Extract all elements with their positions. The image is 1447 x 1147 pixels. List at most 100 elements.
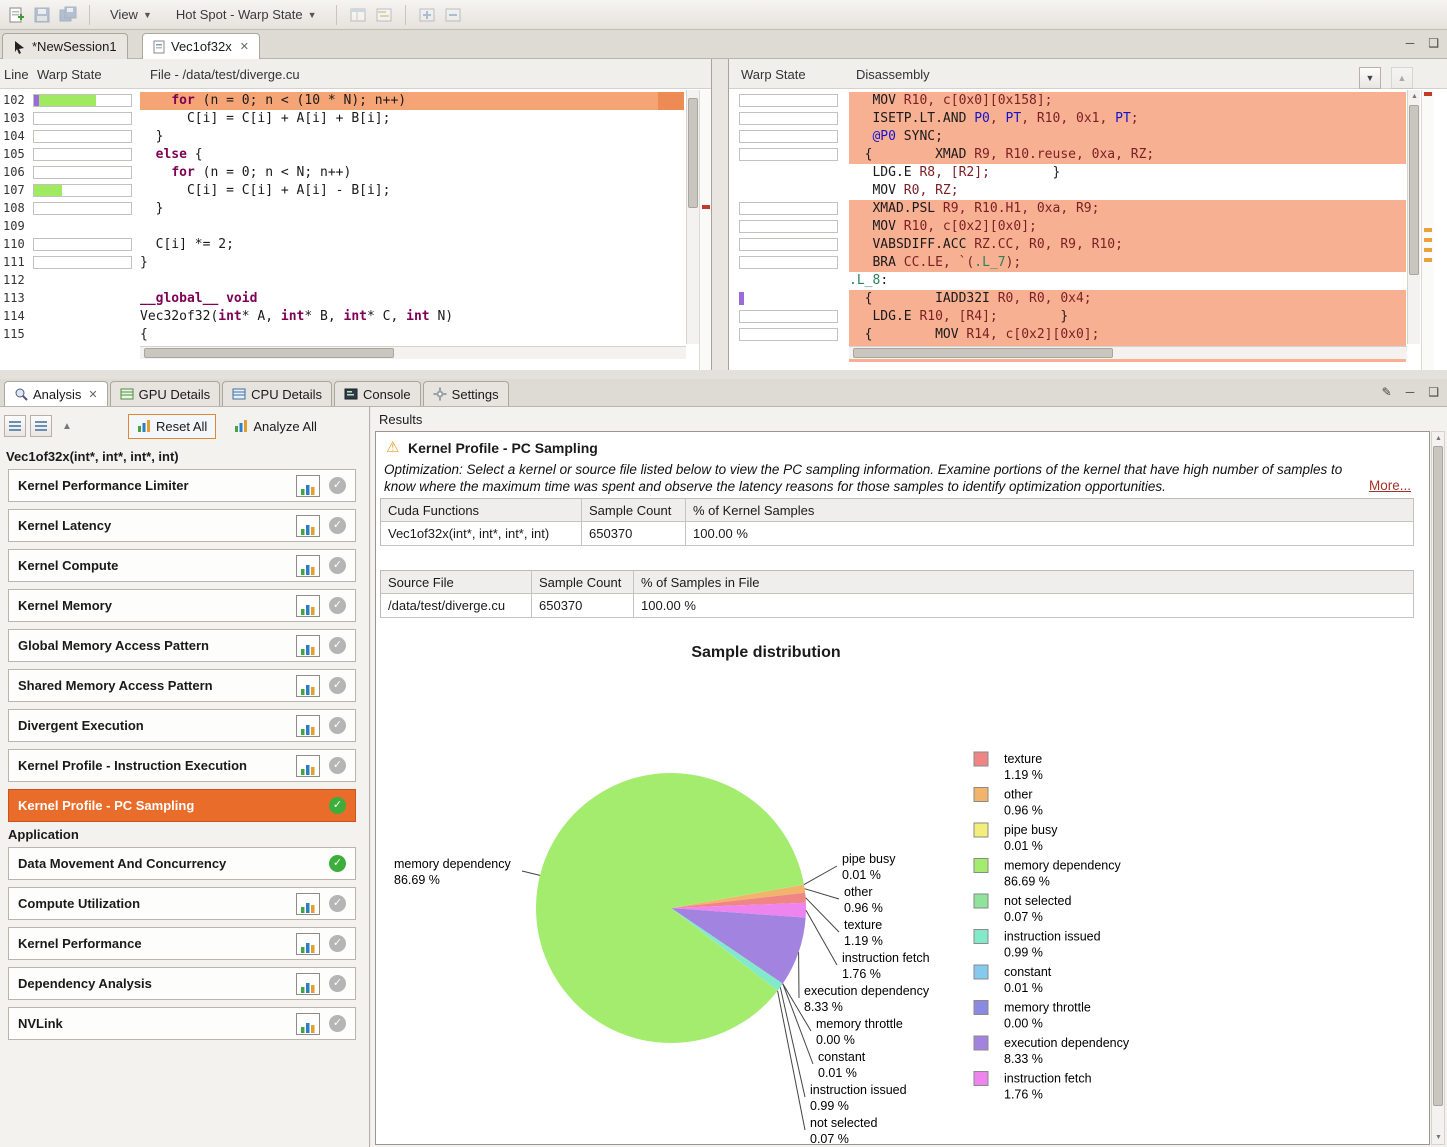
analyze-all-button[interactable]: Analyze All [226,414,325,439]
disassembly-line[interactable]: { MOV R14, c[0x2][0x0]; [729,326,1447,344]
analysis-item[interactable]: Kernel Performance Limiter✓ [8,469,356,502]
analysis-item[interactable]: Kernel Compute✓ [8,549,356,582]
guided-analysis-icon[interactable] [4,415,26,437]
unguided-analysis-icon[interactable] [30,415,52,437]
editor-sash[interactable] [712,59,728,370]
timeline-view-icon[interactable] [374,5,394,25]
run-analysis-button[interactable] [296,595,320,617]
maximize-button[interactable]: ❑ [1428,385,1439,399]
source-vscrollbar[interactable] [686,90,699,344]
tab-analysis[interactable]: Analysis ✕ [4,381,108,406]
minimize-button[interactable]: ─ [1406,36,1415,50]
column-header[interactable]: Source File [380,570,532,594]
source-line[interactable]: 102 for (n = 0; n < (10 * N); n++) [0,92,711,110]
analysis-item[interactable]: Kernel Profile - Instruction Execution✓ [8,749,356,782]
disassembly-line[interactable]: @P0 SYNC; [729,128,1447,146]
disassembly-line[interactable]: MOV R10, c[0x2][0x0]; [729,218,1447,236]
scroll-down-icon[interactable]: ▼ [1432,1131,1445,1144]
analysis-item[interactable]: NVLink✓ [8,1007,356,1040]
analysis-item[interactable]: Dependency Analysis✓ [8,967,356,1000]
close-icon[interactable]: ✕ [240,40,249,53]
table-row[interactable]: /data/test/diverge.cu650370100.00 % [380,594,1414,618]
scroll-up-icon[interactable]: ▲ [1408,90,1421,103]
table-row[interactable]: Vec1of32x(int*, int*, int*, int)65037010… [380,522,1414,546]
back-icon[interactable]: ▲ [56,415,78,437]
disassembly-line[interactable]: LDG.E R10, [R4]; } [729,308,1447,326]
column-header[interactable]: Sample Count [582,498,686,522]
analysis-item[interactable]: Compute Utilization✓ [8,887,356,920]
analysis-item[interactable]: Global Memory Access Pattern✓ [8,629,356,662]
scroll-up-icon[interactable]: ▲ [1432,432,1445,445]
disassembly-line[interactable]: LDG.E R8, [R2]; } [729,164,1447,182]
tab-vec1of32x[interactable]: Vec1of32x ✕ [142,33,260,59]
source-line[interactable]: 114Vec32of32(int* A, int* B, int* C, int… [0,308,711,326]
source-line[interactable]: 107 C[i] = C[i] + A[i] - B[i]; [0,182,711,200]
column-header[interactable]: % of Kernel Samples [686,498,1414,522]
source-line[interactable]: 108 } [0,200,711,218]
disasm-vscrollbar[interactable]: ▲ [1407,90,1420,344]
run-analysis-button[interactable] [296,755,320,777]
view-menu-icon[interactable]: ✎ [1382,385,1392,399]
disassembly-line[interactable]: XMAD.PSL R9, R10.H1, 0xa, R9; [729,200,1447,218]
analysis-item[interactable]: Kernel Performance✓ [8,927,356,960]
disassembly-line[interactable]: MOV R0, RZ; [729,182,1447,200]
source-line[interactable]: 105 else { [0,146,711,164]
run-analysis-button[interactable] [296,933,320,955]
disasm-hscrollbar[interactable] [849,346,1407,359]
column-header[interactable]: Sample Count [532,570,634,594]
disassembly-line[interactable]: { IADD32I R0, R0, 0x4; [729,290,1447,308]
minimize-button[interactable]: ─ [1406,385,1415,399]
disassembly-line[interactable]: VABSDIFF.ACC RZ.CC, R0, R9, R10; [729,236,1447,254]
table-view-icon[interactable] [348,5,368,25]
save-icon[interactable] [32,5,52,25]
column-header[interactable]: Cuda Functions [380,498,582,522]
run-analysis-button[interactable] [296,635,320,657]
disassembly-line[interactable]: BRA CC.LE, `(.L_7); [729,254,1447,272]
zoom-in-icon[interactable] [417,5,437,25]
view-menu-button[interactable]: View▼ [101,4,161,25]
source-line[interactable]: 115{ [0,326,711,344]
hotspot-menu-button[interactable]: Hot Spot - Warp State▼ [167,4,326,25]
analysis-item[interactable]: Shared Memory Access Pattern✓ [8,669,356,702]
source-hscrollbar[interactable] [140,346,686,359]
new-session-icon[interactable] [6,5,26,25]
save-all-icon[interactable] [58,5,78,25]
run-analysis-button[interactable] [296,675,320,697]
scroll-to-source-button[interactable]: ▲ [1391,67,1413,89]
source-line[interactable]: 103 C[i] = C[i] + A[i] + B[i]; [0,110,711,128]
tab-cpu-details[interactable]: CPU Details [222,381,332,406]
tab-console[interactable]: Console [334,381,421,406]
run-analysis-button[interactable] [296,555,320,577]
results-scrollbar[interactable]: ▲ ▼ [1431,431,1445,1145]
run-analysis-button[interactable] [296,715,320,737]
source-line[interactable]: 106 for (n = 0; n < N; n++) [0,164,711,182]
disassembly-line[interactable]: ISETP.LT.AND P0, PT, R10, 0x1, PT; [729,110,1447,128]
run-analysis-button[interactable] [296,893,320,915]
tab-settings[interactable]: Settings [423,381,509,406]
more-link[interactable]: More... [1369,478,1411,493]
run-analysis-button[interactable] [296,1013,320,1035]
analysis-item[interactable]: Kernel Memory✓ [8,589,356,622]
maximize-button[interactable]: ❑ [1428,36,1439,50]
disassembly-dropdown-button[interactable]: ▼ [1359,67,1381,89]
analysis-item[interactable]: Kernel Profile - PC Sampling✓ [8,789,356,822]
tab-gpu-details[interactable]: GPU Details [110,381,221,406]
source-line[interactable]: 110 C[i] *= 2; [0,236,711,254]
run-analysis-button[interactable] [296,515,320,537]
reset-all-button[interactable]: Reset All [128,414,216,439]
disassembly-line[interactable]: .L_8: [729,272,1447,290]
analysis-item[interactable]: Data Movement And Concurrency✓ [8,847,356,880]
close-icon[interactable]: ✕ [88,388,97,401]
source-line[interactable]: 109 [0,218,711,236]
horizontal-sash[interactable] [0,370,1447,379]
disassembly-line[interactable]: MOV R10, c[0x0][0x158]; [729,92,1447,110]
source-line[interactable]: 113__global__ void [0,290,711,308]
column-header[interactable]: % of Samples in File [634,570,1414,594]
source-line[interactable]: 112 [0,272,711,290]
source-line[interactable]: 104 } [0,128,711,146]
run-analysis-button[interactable] [296,475,320,497]
zoom-out-icon[interactable] [443,5,463,25]
disassembly-line[interactable]: { XMAD R9, R10.reuse, 0xa, RZ; [729,146,1447,164]
analysis-item[interactable]: Kernel Latency✓ [8,509,356,542]
analysis-item[interactable]: Divergent Execution✓ [8,709,356,742]
